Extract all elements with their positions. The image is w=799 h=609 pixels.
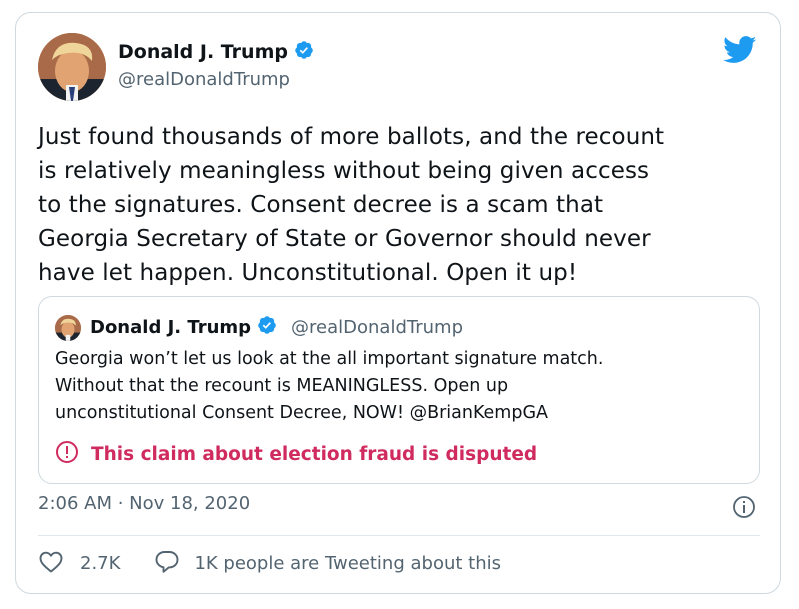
verified-badge-icon <box>257 315 277 339</box>
quoted-author-display-name[interactable]: Donald J. Trump <box>90 317 251 338</box>
quoted-author-avatar[interactable] <box>55 315 81 341</box>
tweet-text: Just found thousands of more ballots, an… <box>38 124 665 286</box>
like-count[interactable]: 2.7K <box>80 553 120 574</box>
heart-icon[interactable] <box>38 550 64 578</box>
author-handle[interactable]: @realDonaldTrump <box>118 69 290 90</box>
action-bar: 2.7K 1K people are Tweeting about this <box>38 549 501 578</box>
author-display-name[interactable]: Donald J. Trump <box>118 41 288 63</box>
exclamation-circle-icon <box>55 440 79 468</box>
author-name-row: Donald J. Trump <box>118 40 314 64</box>
quoted-author-row: Donald J. Trump @realDonaldTrump <box>90 315 463 339</box>
quoted-tweet[interactable]: Donald J. Trump @realDonaldTrump Georgia… <box>38 296 760 484</box>
quoted-tweet-text: Georgia won’t let us look at the all imp… <box>55 349 604 423</box>
tweet-timestamp[interactable]: 2:06 AM · Nov 18, 2020 <box>38 493 250 514</box>
author-avatar[interactable] <box>38 33 106 101</box>
tweeting-about-text[interactable]: 1K people are Tweeting about this <box>194 553 501 574</box>
dispute-notice[interactable]: This claim about election fraud is dispu… <box>55 440 537 468</box>
tweet-card: Donald J. Trump @realDonaldTrump Just fo… <box>15 12 781 594</box>
actions-divider <box>38 535 760 536</box>
speech-bubble-icon[interactable] <box>120 549 180 578</box>
verified-badge-icon <box>294 40 314 64</box>
dispute-label[interactable]: This claim about election fraud is dispu… <box>91 444 537 465</box>
quoted-author-handle[interactable]: @realDonaldTrump <box>291 317 463 338</box>
